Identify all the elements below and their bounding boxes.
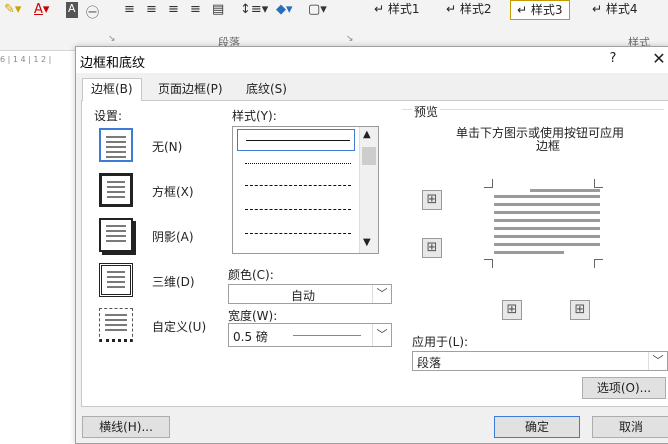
chevron-down-icon[interactable]: ﹀ bbox=[648, 352, 667, 370]
width-label: 宽度(W): bbox=[228, 309, 278, 323]
color-select[interactable]: 自动 ﹀ bbox=[228, 284, 392, 304]
setting-custom-label[interactable]: 自定义(U) bbox=[152, 318, 206, 335]
scroll-up-icon[interactable]: ▲ bbox=[363, 129, 371, 140]
preview-label: 预览 bbox=[412, 103, 441, 120]
tab-borders[interactable]: 边框(B) bbox=[82, 78, 142, 101]
justify-icon[interactable]: ≡ bbox=[190, 2, 201, 18]
cancel-button[interactable]: 取消 bbox=[592, 416, 668, 438]
close-button[interactable]: ✕ bbox=[649, 49, 668, 69]
align-left-icon[interactable]: ≡ bbox=[124, 2, 135, 18]
setting-shadow-icon[interactable] bbox=[99, 218, 133, 252]
style-2[interactable]: ↵ 样式2 bbox=[440, 0, 498, 18]
setting-3d-label[interactable]: 三维(D) bbox=[152, 273, 195, 290]
top-border-button[interactable]: ⊞ bbox=[422, 190, 442, 210]
scroll-down-icon[interactable]: ▼ bbox=[363, 237, 371, 248]
style-1[interactable]: ↵ 样式1 bbox=[368, 0, 426, 18]
distributed-icon[interactable]: ▤ bbox=[212, 2, 224, 18]
dialog-titlebar: 边框和底纹 ? ✕ bbox=[76, 47, 668, 73]
setting-shadow-label[interactable]: 阴影(A) bbox=[152, 228, 194, 245]
ruler: 6 | 1 4 | 1 2 | bbox=[0, 55, 52, 64]
width-sample-line bbox=[293, 335, 361, 336]
ok-button[interactable]: 确定 bbox=[494, 416, 580, 438]
color-label: 颜色(C): bbox=[228, 268, 274, 282]
character-shading-icon[interactable]: A bbox=[66, 2, 78, 18]
enclose-character-icon[interactable]: ㊀ bbox=[86, 2, 99, 21]
width-select[interactable]: 0.5 磅 ﹀ bbox=[228, 323, 392, 347]
style-listbox[interactable]: ▲ ▼ bbox=[232, 126, 379, 254]
tab-page-border[interactable]: 页面边框(P) bbox=[150, 79, 231, 99]
setting-box-icon[interactable] bbox=[99, 173, 133, 207]
preview-corner-bl bbox=[484, 259, 493, 268]
setting-box-label[interactable]: 方框(X) bbox=[152, 183, 194, 200]
borders-icon[interactable]: ▢▾ bbox=[308, 2, 327, 18]
ribbon: ✎▾ A▾ A ㊀ ≡ ≡ ≡ ≡ ▤ ↕≡▾ ◆▾ ▢▾ ↵ 样式1 ↵ 样式… bbox=[0, 0, 668, 51]
style-scrollbar[interactable]: ▲ ▼ bbox=[359, 127, 378, 253]
horizontal-line-button[interactable]: 横线(H)... bbox=[82, 416, 170, 438]
scroll-thumb[interactable] bbox=[362, 147, 376, 165]
style-option-solid[interactable] bbox=[237, 129, 355, 151]
tab-panel: 设置: 无(N) 方框(X) 阴影(A) 三维(D) 自定义(U) 样式(Y): bbox=[81, 100, 668, 407]
apply-to-value: 段落 bbox=[417, 356, 442, 370]
font-launcher-icon[interactable]: ↘ bbox=[108, 34, 116, 44]
setting-3d-icon[interactable] bbox=[99, 263, 133, 297]
shading-icon[interactable]: ◆▾ bbox=[276, 2, 293, 18]
preview-divider bbox=[402, 109, 664, 110]
paragraph-launcher-icon[interactable]: ↘ bbox=[346, 34, 354, 44]
color-value: 自动 bbox=[291, 289, 316, 303]
bottom-border-button[interactable]: ⊞ bbox=[422, 238, 442, 258]
style-4[interactable]: ↵ 样式4 bbox=[586, 0, 644, 18]
borders-shading-dialog: 边框和底纹 ? ✕ 设置: 无(N) 方框(X) 阴影(A) 三维(D) 自定义… bbox=[75, 46, 668, 444]
help-button[interactable]: ? bbox=[604, 51, 622, 69]
dialog-title: 边框和底纹 bbox=[80, 56, 146, 71]
chevron-down-icon[interactable]: ﹀ bbox=[372, 324, 391, 346]
chevron-down-icon[interactable]: ﹀ bbox=[372, 285, 391, 303]
highlight-icon[interactable]: ✎▾ bbox=[4, 2, 21, 18]
style-option-dash-dot[interactable] bbox=[237, 223, 355, 243]
style-option-dash[interactable] bbox=[237, 199, 355, 219]
preview-hint-line2: 边框 bbox=[536, 139, 561, 153]
tab-shading[interactable]: 底纹(S) bbox=[238, 79, 295, 99]
setting-custom-icon[interactable] bbox=[99, 308, 133, 342]
preview-corner-br bbox=[594, 259, 603, 268]
apply-to-select[interactable]: 段落 ﹀ bbox=[412, 351, 668, 371]
preview-corner-tr bbox=[594, 179, 603, 188]
style-3[interactable]: ↵ 样式3 bbox=[510, 0, 570, 20]
style-label: 样式(Y): bbox=[232, 109, 277, 123]
style-option-fine-dash[interactable] bbox=[237, 175, 355, 195]
options-button[interactable]: 选项(O)... bbox=[582, 377, 666, 399]
preview-area[interactable] bbox=[484, 173, 603, 321]
align-right-icon[interactable]: ≡ bbox=[168, 2, 179, 18]
setting-none-icon[interactable] bbox=[99, 128, 133, 162]
line-spacing-icon[interactable]: ↕≡▾ bbox=[240, 2, 268, 18]
preview-corner-tl bbox=[484, 179, 493, 188]
align-center-icon[interactable]: ≡ bbox=[146, 2, 157, 18]
settings-label: 设置: bbox=[94, 109, 123, 123]
setting-none-label[interactable]: 无(N) bbox=[152, 138, 182, 155]
width-value: 0.5 磅 bbox=[233, 330, 268, 344]
style-option-dotted[interactable] bbox=[237, 153, 355, 173]
font-color-icon[interactable]: A▾ bbox=[34, 2, 49, 18]
apply-to-label: 应用于(L): bbox=[412, 335, 469, 349]
